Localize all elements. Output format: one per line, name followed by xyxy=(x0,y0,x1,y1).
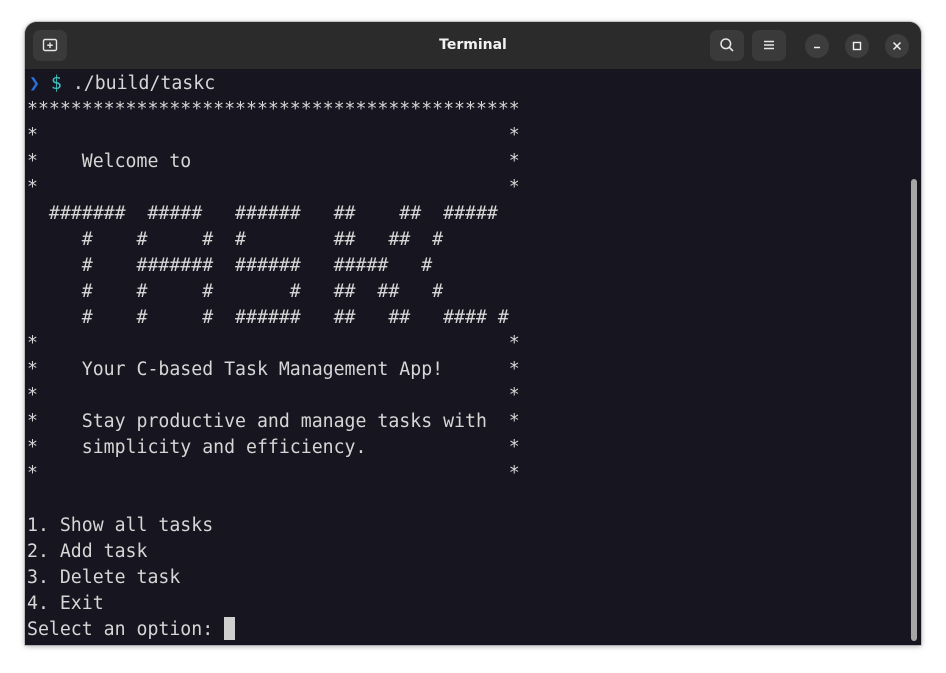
output-line: * * xyxy=(27,125,520,146)
command-text: ./build/taskc xyxy=(72,73,216,94)
hamburger-menu-icon xyxy=(764,40,774,50)
search-button[interactable] xyxy=(710,30,744,61)
search-icon xyxy=(720,38,734,52)
close-button[interactable] xyxy=(885,34,909,58)
ascii-art-line: # # # # ## ## # xyxy=(27,229,444,250)
title-bar[interactable]: Terminal xyxy=(25,22,921,69)
scrollbar[interactable] xyxy=(911,179,917,641)
output-line: * * xyxy=(27,177,520,198)
ascii-art-line: ####### ##### ###### ## ## ##### xyxy=(27,203,498,224)
maximize-icon xyxy=(852,41,862,51)
new-tab-button[interactable] xyxy=(33,30,67,61)
minimize-button[interactable] xyxy=(805,34,829,58)
terminal-window: Terminal ❯ $ ./build/taskc *************… xyxy=(25,22,921,645)
output-line: * simplicity and efficiency. * xyxy=(27,437,520,458)
ascii-art-line: # # # # ## ## # xyxy=(27,281,444,302)
shell-prompt-line: ❯ $ ./build/taskc xyxy=(29,71,215,97)
output-line: * Welcome to * xyxy=(27,151,520,172)
window-title: Terminal xyxy=(439,37,507,53)
prompt-arrow-icon: ❯ xyxy=(29,73,40,94)
output-line: * * xyxy=(27,333,520,354)
output-line: * Your C-based Task Management App! * xyxy=(27,359,520,380)
close-icon xyxy=(892,41,902,51)
menu-option: 3. Delete task xyxy=(27,567,181,588)
input-prompt-text: Select an option: xyxy=(27,619,225,640)
input-prompt-line[interactable]: Select an option: xyxy=(27,617,236,643)
menu-option: 2. Add task xyxy=(27,541,148,562)
output-line: * * xyxy=(27,463,520,484)
menu-option: 4. Exit xyxy=(27,593,104,614)
output-line: * Stay productive and manage tasks with … xyxy=(27,411,520,432)
menu-option: 1. Show all tasks xyxy=(27,515,214,536)
output-line: * * xyxy=(27,385,520,406)
text-cursor xyxy=(224,617,236,640)
output-line: ****************************************… xyxy=(27,99,520,120)
ascii-art-line: # ####### ###### ##### # xyxy=(27,255,433,276)
prompt-dollar: $ xyxy=(50,73,62,94)
maximize-button[interactable] xyxy=(845,34,869,58)
new-tab-icon xyxy=(42,38,58,52)
terminal-output-area[interactable]: ❯ $ ./build/taskc **********************… xyxy=(25,69,921,645)
ascii-art-line: # # # ###### ## ## #### # xyxy=(27,307,509,328)
menu-button[interactable] xyxy=(752,30,786,61)
minimize-icon xyxy=(814,46,820,49)
